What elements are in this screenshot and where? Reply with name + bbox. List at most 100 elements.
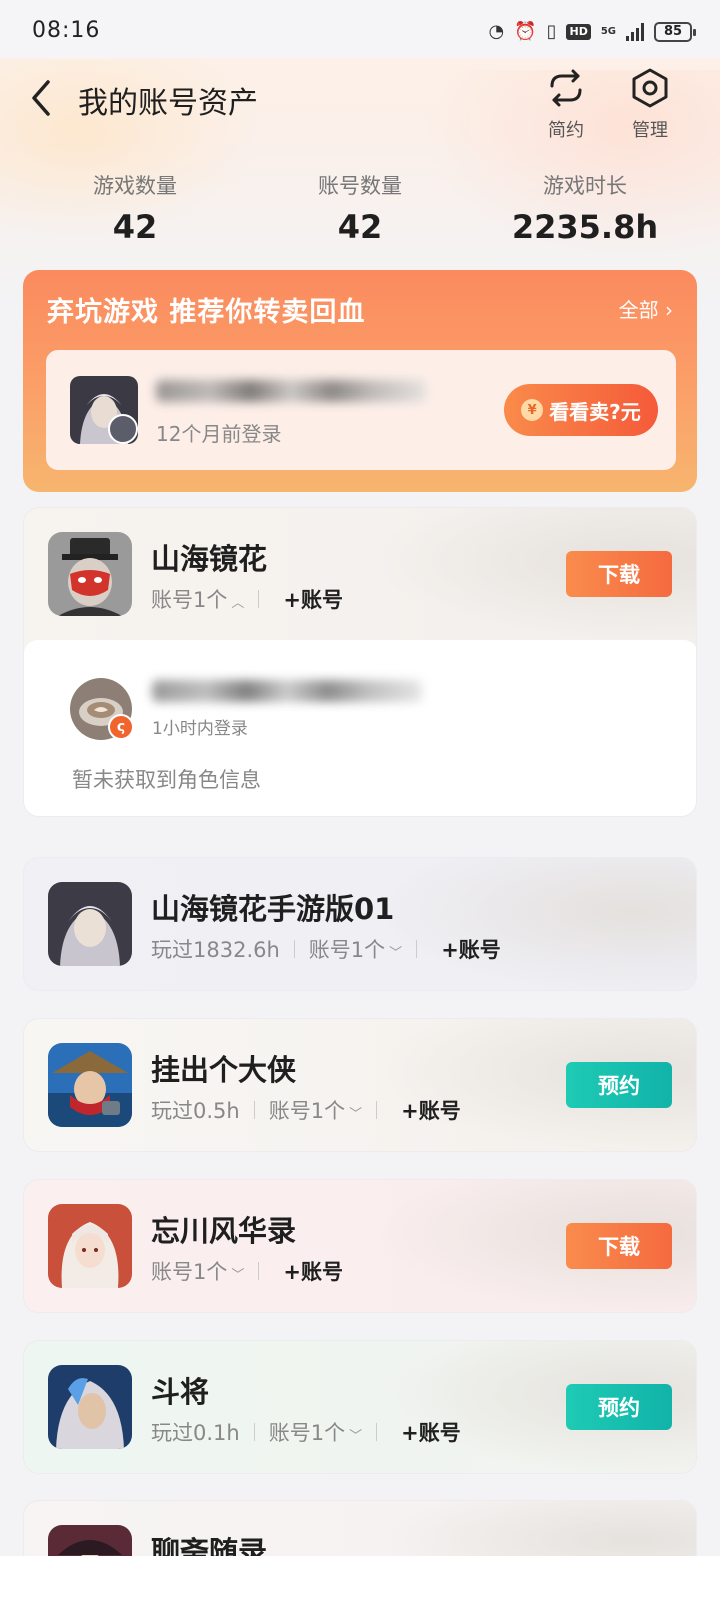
divider <box>376 1423 378 1441</box>
sell-button-label: 看看卖?元 <box>549 399 641 424</box>
add-account-button[interactable]: +账号 <box>283 1256 343 1286</box>
bottom-safe-area <box>0 1556 720 1600</box>
stat-label: 账号数量 <box>318 174 402 198</box>
asset-stats: 游戏数量 42 账号数量 42 游戏时长 2235.8h <box>0 170 720 250</box>
game-card[interactable]: 挂出个大侠 玩过0.5h 账号1个 ﹀ +账号 预约 <box>23 1018 697 1152</box>
game-meta: 玩过0.1h 账号1个 ﹀ +账号 <box>151 1417 461 1447</box>
divider <box>258 590 260 608</box>
play-time: 玩过0.1h <box>151 1421 240 1445</box>
game-name: 忘川风华录 <box>151 1214 297 1248</box>
alarm-icon: ⏰ <box>514 21 537 42</box>
settings-hexagon-icon <box>632 68 668 108</box>
hd-icon: HD <box>566 24 591 40</box>
game-icon <box>48 532 132 616</box>
back-button[interactable] <box>22 76 62 120</box>
stat-play-time: 游戏时长 2235.8h <box>475 170 695 246</box>
game-meta: 账号1个 ﹀ +账号 <box>151 1256 343 1286</box>
promo-view-all-link[interactable]: 全部 › <box>619 294 673 323</box>
manage-button[interactable]: 管理 <box>620 66 680 142</box>
signal-icon <box>626 23 644 41</box>
add-account-button[interactable]: +账号 <box>401 1417 461 1447</box>
divider <box>258 1262 260 1280</box>
game-name: 山海镜花手游版01 <box>151 892 395 926</box>
blurred-account-name <box>156 380 426 402</box>
divider <box>416 940 418 958</box>
download-button[interactable]: 下载 <box>566 1223 672 1269</box>
account-count: 账号1个 <box>151 1260 228 1284</box>
game-card-art <box>376 858 696 990</box>
game-card[interactable]: 山海镜花 账号1个 ︿ +账号 下载 ς 1小时内登录 暂未获取到角色信息 <box>23 507 697 817</box>
account-count-toggle[interactable]: 账号1个 ﹀ <box>269 1095 362 1125</box>
app-header: 我的账号资产 简约 管理 <box>0 58 720 148</box>
account-count: 账号1个 <box>151 588 228 612</box>
chevron-down-icon: ﹀ <box>349 1107 363 1122</box>
resell-promo-banner: 弃坑游戏 推荐你转卖回血 全部 › 12个月前登录 ¥ 看看卖?元 <box>23 270 697 492</box>
game-meta: 玩过1832.6h 账号1个 ﹀ +账号 <box>151 934 501 964</box>
play-time: 玩过0.5h <box>151 1099 240 1123</box>
back-arrow-icon <box>32 80 50 116</box>
stat-value: 2235.8h <box>511 208 659 246</box>
chevron-down-icon: ﹀ <box>389 946 403 961</box>
game-icon <box>48 1365 132 1449</box>
chevron-right-icon: › <box>658 298 673 322</box>
chevron-up-icon: ︿ <box>231 596 245 611</box>
account-count: 账号1个 <box>268 1099 346 1123</box>
vibrate-icon: ▯ <box>546 21 557 42</box>
yen-coin-icon: ¥ <box>521 399 544 421</box>
add-account-button[interactable]: +账号 <box>283 584 343 614</box>
account-count-toggle[interactable]: 账号1个 ﹀ <box>151 1256 244 1286</box>
divider <box>253 1423 255 1441</box>
account-platform-badge-icon: ς <box>108 714 134 740</box>
account-count-toggle[interactable]: 账号1个 ︿ <box>151 584 244 614</box>
game-name: 斗将 <box>151 1375 210 1409</box>
game-icon <box>48 1043 132 1127</box>
simple-mode-label: 简约 <box>548 120 584 141</box>
download-button[interactable]: 下载 <box>566 551 672 597</box>
game-name: 山海镜花 <box>151 542 268 576</box>
game-card[interactable]: 忘川风华录 账号1个 ﹀ +账号 下载 <box>23 1179 697 1313</box>
simple-mode-button[interactable]: 简约 <box>536 66 596 142</box>
stat-value: 42 <box>337 208 383 246</box>
play-time: 玩过1832.6h <box>151 938 280 962</box>
stat-game-count: 游戏数量 42 <box>25 170 245 246</box>
switch-icon <box>550 69 582 107</box>
last-login-text: 1小时内登录 <box>152 719 248 739</box>
network-type-icon: 5G <box>600 26 616 37</box>
game-meta: 账号1个 ︿ +账号 <box>151 584 343 614</box>
last-login-text: 12个月前登录 <box>156 422 282 446</box>
account-count-toggle[interactable]: 账号1个 ﹀ <box>309 934 402 964</box>
divider <box>293 940 295 958</box>
account-count-toggle[interactable]: 账号1个 ﹀ <box>269 1417 362 1447</box>
add-account-button[interactable]: +账号 <box>441 934 501 964</box>
add-account-button[interactable]: +账号 <box>401 1095 461 1125</box>
stat-label: 游戏时长 <box>543 174 627 198</box>
account-count: 账号1个 <box>268 1421 346 1445</box>
battery-icon: 85 <box>654 22 696 42</box>
game-card[interactable]: 斗将 玩过0.1h 账号1个 ﹀ +账号 预约 <box>23 1340 697 1474</box>
status-bar: 08:16 ◔ ⏰ ▯ HD 5G 85 <box>0 0 720 58</box>
page-title: 我的账号资产 <box>78 86 258 121</box>
blurred-account-name <box>152 680 422 702</box>
stat-label: 游戏数量 <box>93 174 177 198</box>
reserve-button[interactable]: 预约 <box>566 1062 672 1108</box>
divider <box>376 1101 378 1119</box>
data-saver-icon: ◔ <box>488 21 505 42</box>
role-info-text: 暂未获取到角色信息 <box>72 768 261 792</box>
chevron-down-icon: ﹀ <box>349 1429 363 1444</box>
game-card[interactable]: 山海镜花手游版01 玩过1832.6h 账号1个 ﹀ +账号 <box>23 857 697 991</box>
game-icon <box>48 1204 132 1288</box>
view-all-label: 全部 <box>618 298 659 322</box>
stat-account-count: 账号数量 42 <box>250 170 470 246</box>
game-name: 挂出个大侠 <box>151 1053 297 1087</box>
check-sell-price-button[interactable]: ¥ 看看卖?元 <box>504 384 658 436</box>
manage-label: 管理 <box>632 120 668 141</box>
promo-title: 弃坑游戏 推荐你转卖回血 <box>47 297 366 328</box>
divider <box>253 1101 255 1119</box>
account-panel[interactable]: ς 1小时内登录 暂未获取到角色信息 <box>24 640 696 816</box>
stat-value: 42 <box>112 208 158 246</box>
promo-account-card[interactable]: 12个月前登录 ¥ 看看卖?元 <box>46 350 676 470</box>
game-meta: 玩过0.5h 账号1个 ﹀ +账号 <box>151 1095 461 1125</box>
account-count: 账号1个 <box>308 938 386 962</box>
reserve-button[interactable]: 预约 <box>566 1384 672 1430</box>
platform-badge-icon <box>108 414 138 444</box>
